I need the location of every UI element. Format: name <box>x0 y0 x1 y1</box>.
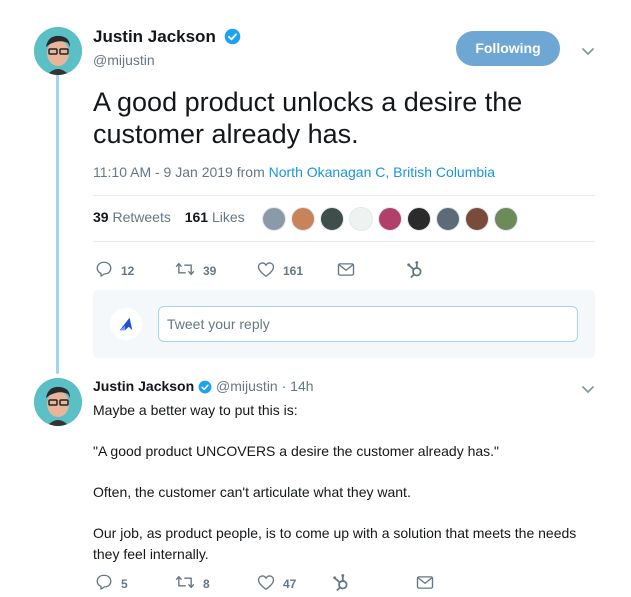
reply-paragraph: Our job, as product people, is to come u… <box>93 525 577 562</box>
tweet-timestamp: 11:10 AM - 9 Jan 2019 from North Okanaga… <box>93 164 496 180</box>
reply-composer: Tweet your reply <box>93 290 595 358</box>
retweets-stat[interactable]: 39 Retweets <box>93 209 171 225</box>
divider <box>93 241 595 242</box>
like-action[interactable]: 47 <box>257 574 332 594</box>
tweet-stats: 39 Retweets 161 Likes <box>93 209 245 225</box>
reply-input[interactable]: Tweet your reply <box>158 306 578 342</box>
hubspot-icon <box>332 572 358 595</box>
retweet-icon <box>175 260 203 281</box>
direct-message-action[interactable] <box>337 262 406 280</box>
envelope-icon <box>416 575 442 593</box>
reply-icon <box>95 260 121 281</box>
following-button[interactable]: Following <box>456 31 560 66</box>
reply-paragraph: "A good product UNCOVERS a desire the cu… <box>93 443 500 459</box>
divider <box>93 195 595 196</box>
tweet-text: A good product unlocks a desire the cust… <box>93 87 523 149</box>
direct-message-action[interactable] <box>416 575 442 593</box>
retweet-action[interactable]: 8 <box>175 573 257 594</box>
tweet-actions: 12 39 161 <box>95 259 432 282</box>
author-handle[interactable]: @mijustin <box>216 378 278 394</box>
hubspot-action[interactable] <box>406 259 432 282</box>
liker-avatar[interactable] <box>407 207 431 231</box>
reply-action[interactable]: 12 <box>95 260 175 281</box>
reply-paragraph: Maybe a better way to put this is: <box>93 402 298 418</box>
hubspot-icon <box>406 259 432 282</box>
liker-avatars <box>262 207 523 231</box>
liker-avatar[interactable] <box>349 207 373 231</box>
envelope-icon <box>337 262 363 280</box>
liker-avatar[interactable] <box>291 207 315 231</box>
avatar[interactable] <box>34 378 82 426</box>
chevron-down-icon[interactable] <box>581 382 595 394</box>
reply-icon <box>95 573 121 594</box>
reply-header: Justin Jackson @mijustin · 14h <box>93 378 314 397</box>
liker-avatar[interactable] <box>378 207 402 231</box>
app-logo-icon <box>110 308 142 340</box>
author-name[interactable]: Justin Jackson <box>93 27 241 50</box>
reply-actions: 5 8 47 <box>95 572 442 595</box>
reply-text: Maybe a better way to put this is: "A go… <box>93 400 603 585</box>
thread-line <box>56 74 59 374</box>
reply-paragraph: Often, the customer can't articulate wha… <box>93 484 411 500</box>
reply-action[interactable]: 5 <box>95 573 175 594</box>
chevron-down-icon[interactable] <box>581 44 595 56</box>
liker-avatar[interactable] <box>494 207 518 231</box>
author-name[interactable]: Justin Jackson <box>93 378 194 394</box>
liker-avatar[interactable] <box>465 207 489 231</box>
tweet-location-link[interactable]: North Okanagan C, British Columbia <box>269 164 495 180</box>
hubspot-action[interactable] <box>332 572 416 595</box>
heart-icon <box>257 574 283 594</box>
liker-avatar[interactable] <box>436 207 460 231</box>
verified-badge-icon <box>198 380 212 397</box>
author-handle[interactable]: @mijustin <box>93 52 155 68</box>
verified-badge-icon <box>224 28 241 50</box>
reply-time[interactable]: · 14h <box>282 378 314 394</box>
like-action[interactable]: 161 <box>257 261 337 281</box>
retweet-action[interactable]: 39 <box>175 260 257 281</box>
likes-stat[interactable]: 161 Likes <box>185 209 245 225</box>
liker-avatar[interactable] <box>320 207 344 231</box>
avatar[interactable] <box>34 27 82 75</box>
liker-avatar[interactable] <box>262 207 286 231</box>
retweet-icon <box>175 573 203 594</box>
heart-icon <box>257 261 283 281</box>
